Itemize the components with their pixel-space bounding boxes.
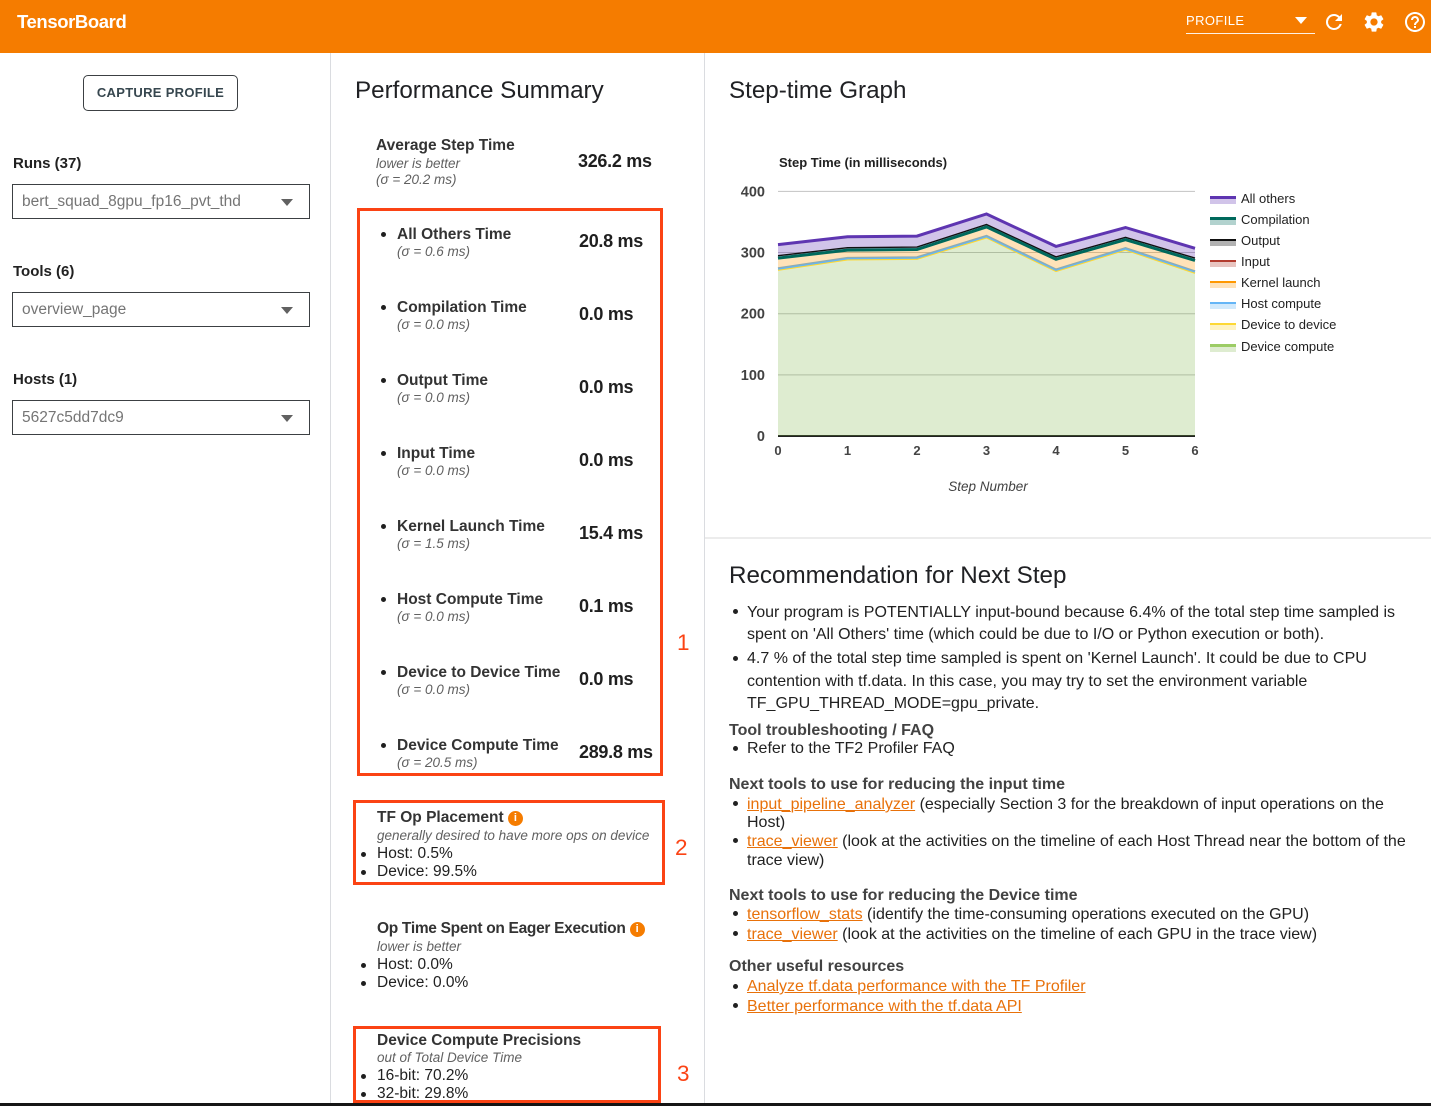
svg-text:Step Number: Step Number — [948, 479, 1028, 494]
svg-text:5: 5 — [1122, 443, 1129, 458]
svg-text:100: 100 — [741, 368, 765, 384]
svg-text:1: 1 — [844, 443, 851, 458]
svg-text:400: 400 — [741, 184, 765, 200]
svg-text:300: 300 — [741, 246, 765, 262]
svg-text:0: 0 — [757, 429, 765, 445]
svg-text:3: 3 — [983, 443, 990, 458]
svg-text:4: 4 — [1052, 443, 1060, 458]
svg-text:200: 200 — [741, 307, 765, 323]
svg-text:6: 6 — [1191, 443, 1198, 458]
svg-text:Step Time (in milliseconds): Step Time (in milliseconds) — [779, 155, 947, 170]
svg-text:0: 0 — [774, 443, 781, 458]
svg-text:2: 2 — [913, 443, 920, 458]
